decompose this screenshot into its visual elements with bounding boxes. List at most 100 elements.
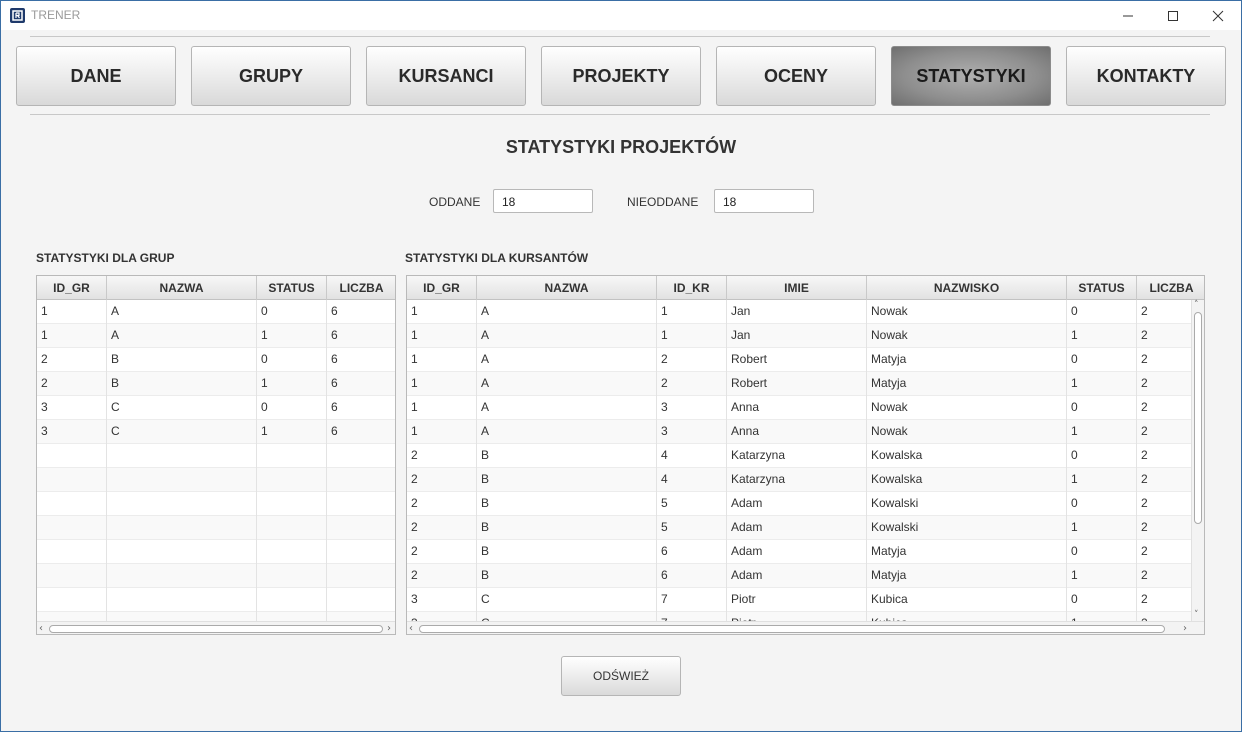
- table-row[interactable]: 2 B 5 Adam Kowalski 1 2: [407, 516, 1204, 540]
- table-cell: 3: [657, 420, 727, 444]
- close-button[interactable]: [1195, 1, 1241, 30]
- column-header[interactable]: NAZWISKO: [867, 276, 1067, 300]
- groups-horizontal-scrollbar[interactable]: ‹ ›: [37, 621, 395, 634]
- table-cell: A: [477, 300, 657, 324]
- scroll-right-icon[interactable]: ›: [387, 622, 391, 634]
- tab-projekty[interactable]: PROJEKTY: [541, 46, 701, 106]
- tab-kursanci[interactable]: KURSANCI: [366, 46, 526, 106]
- oddane-field[interactable]: 18: [493, 189, 593, 213]
- table-row[interactable]: 3C06: [37, 396, 395, 420]
- tab-kontakty[interactable]: KONTAKTY: [1066, 46, 1226, 106]
- table-cell: Nowak: [867, 396, 1067, 420]
- empty-table-row: [37, 468, 395, 492]
- table-cell: 2: [37, 372, 107, 396]
- table-cell: Kowalska: [867, 468, 1067, 492]
- table-cell: Robert: [727, 372, 867, 396]
- table-row[interactable]: 1 A 3 Anna Nowak 1 2: [407, 420, 1204, 444]
- table-cell: [327, 564, 395, 588]
- table-row[interactable]: 1 A 3 Anna Nowak 0 2: [407, 396, 1204, 420]
- table-cell: 0: [257, 396, 327, 420]
- table-cell: 1: [1067, 420, 1137, 444]
- scrollbar-thumb[interactable]: [1194, 312, 1202, 524]
- table-row[interactable]: 1A06: [37, 300, 395, 324]
- table-cell: Kowalski: [867, 492, 1067, 516]
- column-header[interactable]: ID_GR: [37, 276, 107, 300]
- empty-table-row: [37, 540, 395, 564]
- table-row[interactable]: 1 A 1 Jan Nowak 0 2: [407, 300, 1204, 324]
- table-cell: [37, 516, 107, 540]
- scrollbar-thumb[interactable]: [419, 625, 1165, 633]
- scroll-left-icon[interactable]: ‹: [39, 622, 43, 634]
- scrollbar-thumb[interactable]: [49, 625, 383, 633]
- table-row[interactable]: 2 B 4 Katarzyna Kowalska 0 2: [407, 444, 1204, 468]
- table-row[interactable]: 1 A 1 Jan Nowak 1 2: [407, 324, 1204, 348]
- tab-dane[interactable]: DANE: [16, 46, 176, 106]
- column-header[interactable]: NAZWA: [477, 276, 657, 300]
- table-cell: 6: [327, 348, 395, 372]
- nieoddane-field[interactable]: 18: [714, 189, 814, 213]
- column-header[interactable]: LICZBA: [1137, 276, 1204, 300]
- table-row[interactable]: 2B06: [37, 348, 395, 372]
- column-header[interactable]: IMIE: [727, 276, 867, 300]
- table-cell: [257, 468, 327, 492]
- table-cell: Jan: [727, 300, 867, 324]
- empty-table-row: [37, 516, 395, 540]
- table-cell: 0: [1067, 300, 1137, 324]
- students-vertical-scrollbar[interactable]: ˄ ˅: [1191, 300, 1204, 622]
- column-header[interactable]: LICZBA: [327, 276, 395, 300]
- groups-table[interactable]: ID_GR NAZWA STATUS LICZBA 1A061A162B062B163…: [36, 275, 396, 635]
- table-cell: 0: [1067, 540, 1137, 564]
- table-row[interactable]: 1 A 2 Robert Matyja 0 2: [407, 348, 1204, 372]
- scroll-right-icon[interactable]: ›: [1183, 622, 1187, 634]
- tab-grupy[interactable]: GRUPY: [191, 46, 351, 106]
- minimize-button[interactable]: [1105, 1, 1151, 30]
- table-cell: 0: [1067, 348, 1137, 372]
- table-cell: Adam: [727, 564, 867, 588]
- table-cell: Nowak: [867, 324, 1067, 348]
- table-cell: 1: [1067, 372, 1137, 396]
- table-row[interactable]: 2 B 6 Adam Matyja 1 2: [407, 564, 1204, 588]
- column-header[interactable]: ID_KR: [657, 276, 727, 300]
- scroll-left-icon[interactable]: ‹: [409, 622, 413, 634]
- table-row[interactable]: 2 B 4 Katarzyna Kowalska 1 2: [407, 468, 1204, 492]
- table-cell: Kubica: [867, 588, 1067, 612]
- scroll-down-icon[interactable]: ˅: [1194, 610, 1199, 620]
- column-header[interactable]: STATUS: [257, 276, 327, 300]
- table-cell: Katarzyna: [727, 444, 867, 468]
- table-cell: [257, 588, 327, 612]
- table-cell: Adam: [727, 516, 867, 540]
- table-cell: [257, 540, 327, 564]
- column-header[interactable]: STATUS: [1067, 276, 1137, 300]
- students-table[interactable]: ID_GR NAZWA ID_KR IMIE NAZWISKO STATUS LICZBA …: [406, 275, 1205, 635]
- table-row[interactable]: 1 A 2 Robert Matyja 1 2: [407, 372, 1204, 396]
- tab-oceny[interactable]: OCENY: [716, 46, 876, 106]
- table-cell: A: [477, 396, 657, 420]
- table-cell: 3: [657, 396, 727, 420]
- nieoddane-label: NIEODDANE: [627, 195, 699, 209]
- minimize-icon: [1123, 15, 1133, 16]
- table-cell: 2: [657, 348, 727, 372]
- table-cell: 1: [657, 324, 727, 348]
- table-cell: 6: [327, 300, 395, 324]
- students-horizontal-scrollbar[interactable]: ‹ ›: [407, 621, 1204, 634]
- table-row[interactable]: 1A16: [37, 324, 395, 348]
- table-cell: B: [477, 564, 657, 588]
- refresh-button[interactable]: ODŚWIEŻ: [561, 656, 681, 696]
- column-header[interactable]: NAZWA: [107, 276, 257, 300]
- table-cell: A: [107, 324, 257, 348]
- table-row[interactable]: 2 B 5 Adam Kowalski 0 2: [407, 492, 1204, 516]
- scroll-up-icon[interactable]: ˄: [1194, 300, 1199, 310]
- table-row[interactable]: 2B16: [37, 372, 395, 396]
- table-cell: 5: [657, 492, 727, 516]
- table-row[interactable]: 3C16: [37, 420, 395, 444]
- table-cell: [37, 540, 107, 564]
- table-cell: Robert: [727, 348, 867, 372]
- table-cell: [107, 516, 257, 540]
- table-row[interactable]: 2 B 6 Adam Matyja 0 2: [407, 540, 1204, 564]
- tab-statystyki[interactable]: STATYSTYKI: [891, 46, 1051, 106]
- maximize-button[interactable]: [1150, 1, 1196, 30]
- column-header[interactable]: ID_GR: [407, 276, 477, 300]
- table-cell: [107, 588, 257, 612]
- table-row[interactable]: 3 C 7 Piotr Kubica 0 2: [407, 588, 1204, 612]
- table-cell: 1: [1067, 516, 1137, 540]
